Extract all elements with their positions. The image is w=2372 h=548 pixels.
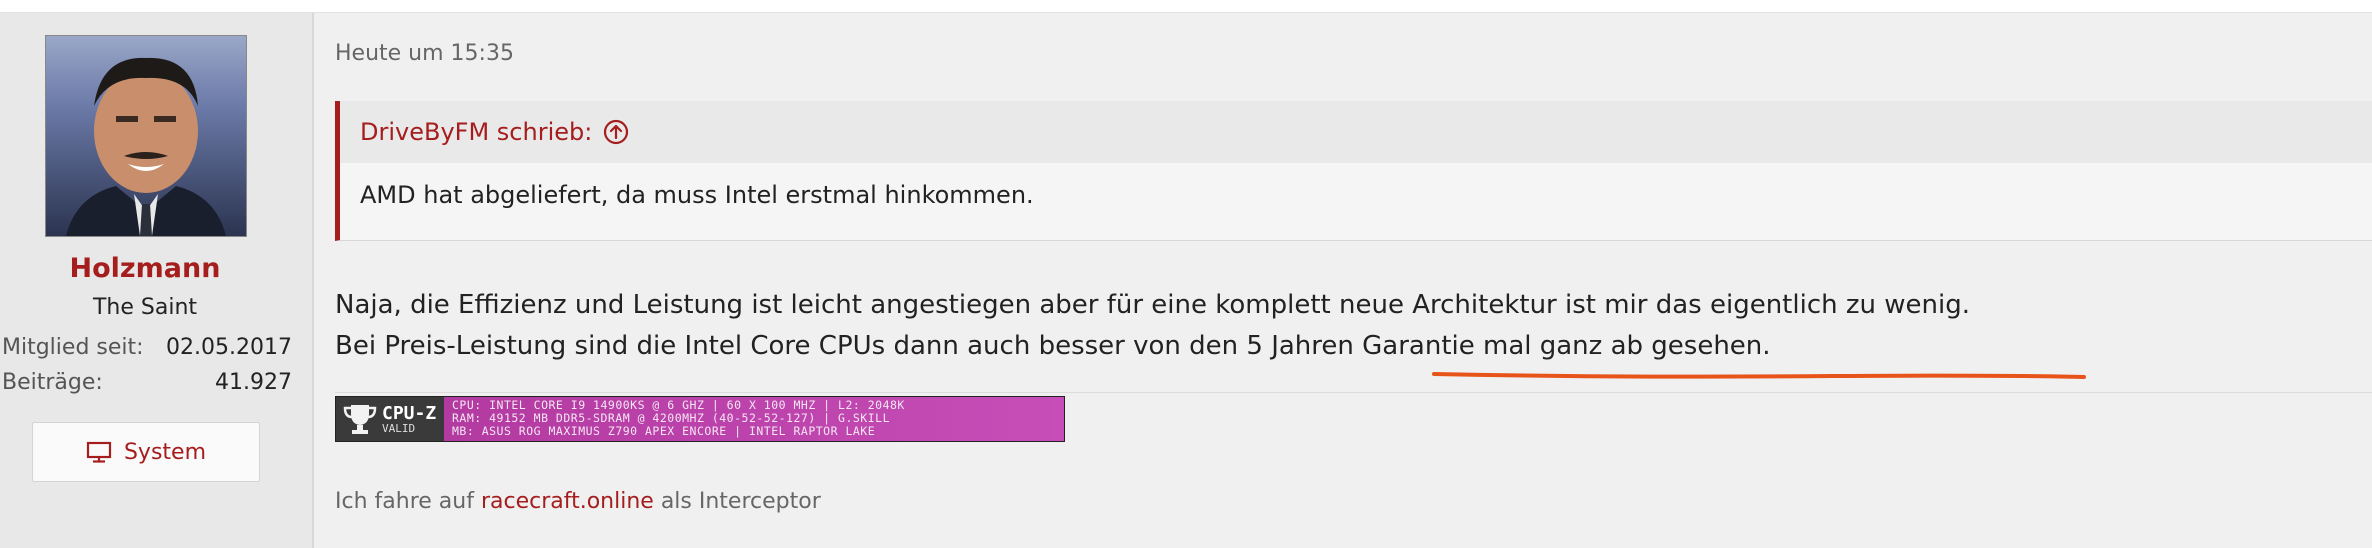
quote-text: AMD hat abgeliefert, da muss Intel erstm… [360,181,1034,209]
username[interactable]: Holzmann [0,253,290,284]
quote-header[interactable]: DriveByFM schrieb: [340,101,2372,163]
user-sidebar: Holzmann The Saint Mitglied seit: 02.05.… [0,13,314,548]
stat-joined-label: Mitglied seit: [2,335,144,360]
post-body: Naja, die Effizienz und Leistung ist lei… [335,285,1970,367]
stat-posts-label: Beiträge: [2,370,103,395]
user-title: The Saint [92,295,198,320]
arrow-up-circle-icon[interactable] [602,118,630,146]
signature-text-after: als Interceptor [660,489,821,514]
user-avatar[interactable] [45,35,247,237]
post-content: Heute um 15:35 DriveByFM schrieb: AMD ha… [314,13,2372,548]
cpuz-specs: CPU: INTEL CORE I9 14900KS @ 6 GHZ | 60 … [444,397,1064,441]
avatar-portrait-image [66,57,226,236]
cpuz-logo: CPU-Z VALID [336,397,444,441]
cpuz-valid-text: VALID [382,421,416,435]
signature-link[interactable]: racecraft.online [481,489,654,514]
cpuz-validation-banner[interactable]: CPU-Z VALID CPU: INTEL CORE I9 14900KS @… [335,396,1065,442]
signature-text-before: Ich fahre auf [335,489,474,514]
post-body-line: Naja, die Effizienz und Leistung ist lei… [335,290,1970,320]
cpuz-logo-text: CPU-Z [382,402,437,424]
forum-post: Holzmann The Saint Mitglied seit: 02.05.… [0,12,2372,548]
signature-divider [335,392,2372,393]
post-date[interactable]: Heute um 15:35 [335,41,514,66]
signature-text: Ich fahre auf racecraft.online als Inter… [335,489,821,514]
system-button[interactable]: System [32,422,260,482]
post-body-line: Bei Preis-Leistung sind die Intel Core C… [335,331,1771,361]
highlight-underline [1432,372,2086,379]
stat-joined-value: 02.05.2017 [166,335,292,360]
cpuz-spec-line: MB: ASUS ROG MAXIMUS Z790 APEX ENCORE | … [452,424,876,438]
quote-author[interactable]: DriveByFM schrieb: [360,118,592,146]
trophy-icon [343,405,377,434]
system-button-label: System [123,439,207,465]
quote-block: DriveByFM schrieb: AMD hat abgeliefert, … [335,101,2372,241]
monitor-icon [86,441,112,463]
stat-posts-value: 41.927 [215,370,292,395]
